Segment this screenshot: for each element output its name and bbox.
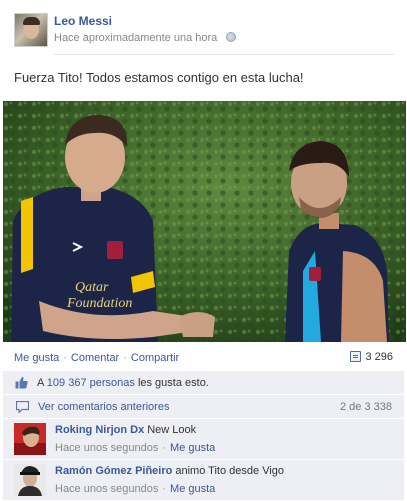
post-header: Leo Messi Hace aproximadamente una hora (14, 13, 394, 51)
view-previous-comments-link[interactable]: Ver comentarios anteriores (38, 401, 169, 413)
comment-item: Roking Nirjon Dx New Look Hace unos segun… (3, 419, 404, 460)
post-actions-bar: Me gusta · Comentar · Compartir 3 296 (0, 342, 407, 371)
gesturing-hands (179, 312, 215, 337)
comment-bubble-icon (16, 401, 29, 413)
shirt-text-line2: Foundation (66, 296, 132, 311)
commenter-avatar[interactable] (14, 464, 46, 496)
share-icon (350, 351, 362, 362)
commenter-avatar[interactable] (14, 423, 46, 455)
globe-icon[interactable] (226, 32, 237, 42)
comment-like-link[interactable]: Me gusta (170, 483, 215, 495)
comment-link[interactable]: Comentar (71, 352, 119, 364)
previous-comments-row: Ver comentarios anteriores 2 de 3 338 (3, 395, 404, 419)
comment-time[interactable]: Hace unos segundos (55, 483, 158, 495)
likes-suffix: les gusta esto. (137, 377, 209, 389)
likes-text: A 109 367 personas les gusta esto. (37, 377, 209, 389)
header-divider (54, 54, 394, 55)
comment-time[interactable]: Hace unos segundos (55, 442, 158, 454)
share-link[interactable]: Compartir (131, 352, 179, 364)
photo-illustration: Qatar Foundation (3, 101, 406, 342)
post-photo[interactable]: Qatar Foundation (3, 101, 406, 342)
likes-prefix: A (37, 377, 44, 389)
author-avatar[interactable] (14, 13, 48, 47)
action-links: Me gusta · Comentar · Compartir (14, 352, 179, 364)
author-name-link[interactable]: Leo Messi (54, 14, 112, 28)
comment-author-line: Ramón Gómez Piñeiro animo Tito desde Vigo (55, 465, 284, 477)
likes-summary-row: A 109 367 personas les gusta esto. (3, 371, 404, 395)
shares-count-value: 3 296 (365, 351, 393, 363)
post-timestamp[interactable]: Hace aproximadamente una hora (54, 32, 217, 44)
post-message: Fuerza Tito! Todos estamos contigo en es… (14, 70, 304, 85)
like-link[interactable]: Me gusta (14, 352, 59, 364)
comment-item: Ramón Gómez Piñeiro animo Tito desde Vigo… (3, 460, 404, 501)
thumbs-up-icon (15, 376, 28, 389)
comment-meta: Hace unos segundos · Me gusta (55, 483, 215, 495)
action-separator: · (123, 352, 127, 364)
post-meta: Hace aproximadamente una hora (54, 32, 237, 44)
comment-author-line: Roking Nirjon Dx New Look (55, 424, 196, 436)
comment-text: New Look (147, 424, 197, 436)
likes-people-link[interactable]: 109 367 personas (47, 377, 135, 389)
shirt-text-line1: Qatar (75, 280, 109, 295)
shares-count[interactable]: 3 296 (350, 351, 393, 363)
comments-count: 2 de 3 338 (340, 401, 392, 413)
meta-separator: · (162, 483, 167, 495)
comment-text: animo Tito desde Vigo (175, 465, 285, 477)
meta-separator: · (162, 442, 167, 454)
comment-meta: Hace unos segundos · Me gusta (55, 442, 215, 454)
action-separator: · (63, 352, 67, 364)
comment-like-link[interactable]: Me gusta (170, 442, 215, 454)
avatar-hair (23, 17, 40, 25)
comment-author-link[interactable]: Roking Nirjon Dx (55, 424, 144, 436)
comment-author-link[interactable]: Ramón Gómez Piñeiro (55, 465, 172, 477)
